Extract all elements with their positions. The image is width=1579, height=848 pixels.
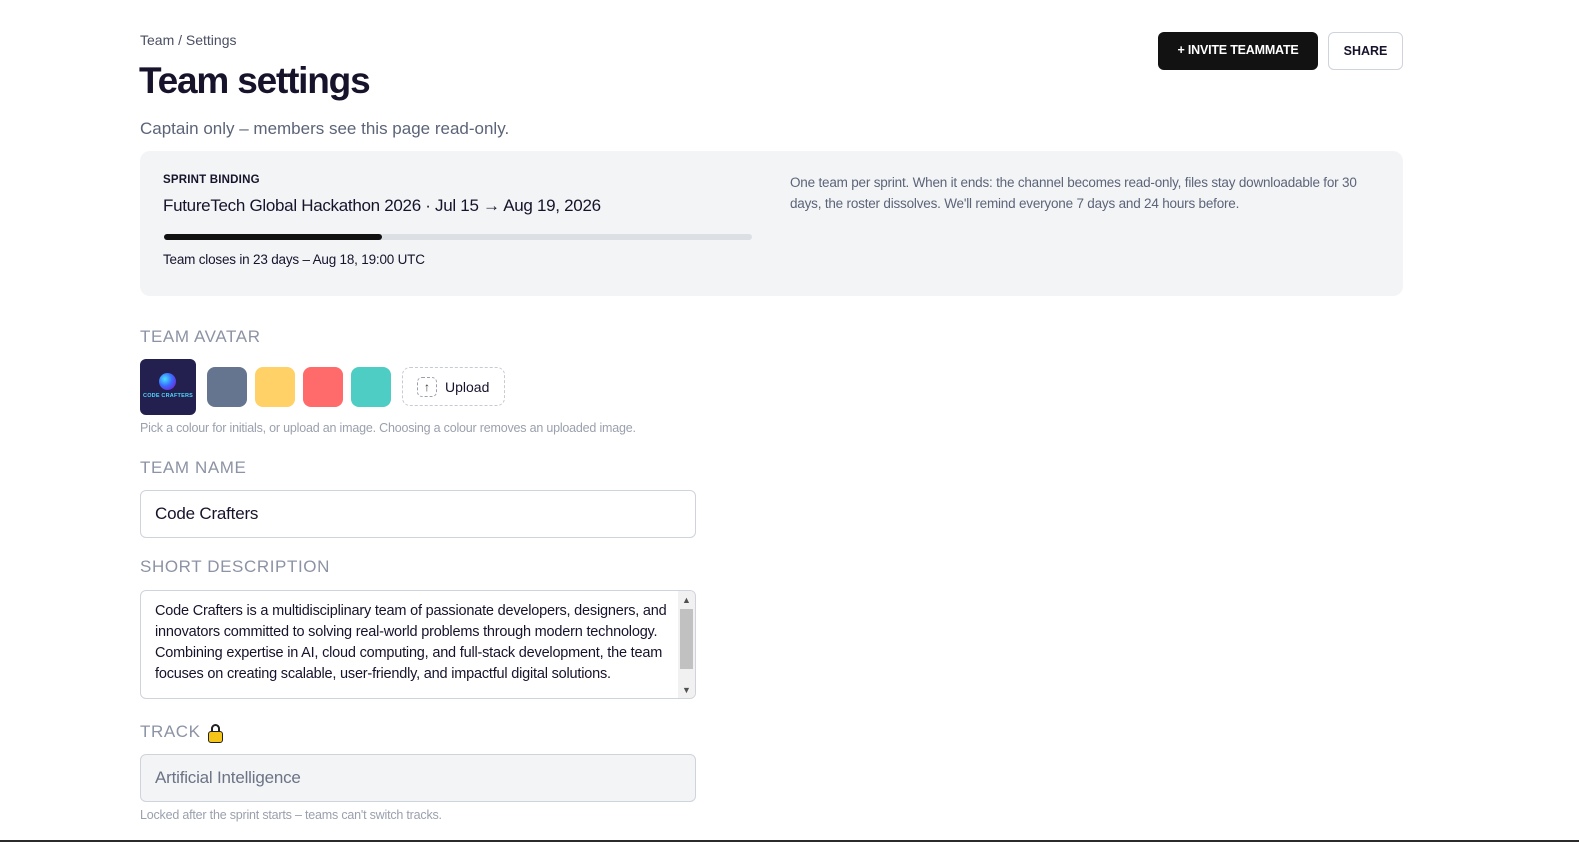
short-description-text: Code Crafters is a multidisciplinary tea… xyxy=(155,603,667,682)
sprint-binding-card: SPRINT BINDING FutureTech Global Hackath… xyxy=(140,151,1403,296)
team-name-input[interactable]: Code Crafters xyxy=(140,490,696,538)
avatar-logo-text: CODE CRAFTERS xyxy=(143,393,193,399)
sprint-close-time: Team closes in 23 days – Aug 18, 19:00 U… xyxy=(163,252,425,267)
sprint-binding-label: SPRINT BINDING xyxy=(163,174,260,186)
sprint-event-name: FutureTech Global Hackathon 2026 · Jul 1… xyxy=(163,196,601,215)
bottom-divider xyxy=(0,840,1579,842)
track-input-locked: Artificial Intelligence xyxy=(140,754,696,802)
sprint-progress-fill xyxy=(164,234,382,240)
sprint-progress-bar xyxy=(164,234,752,240)
sprint-policy-note: One team per sprint. When it ends: the c… xyxy=(790,175,1357,211)
track-hint: Locked after the sprint starts – teams c… xyxy=(140,808,442,822)
avatar-logo-icon xyxy=(159,373,176,390)
avatar-swatch-coral[interactable] xyxy=(303,367,343,407)
upload-label: Upload xyxy=(445,378,490,395)
description-scrollbar[interactable]: ▲ ▼ xyxy=(678,591,695,698)
lock-icon xyxy=(208,724,223,743)
breadcrumb[interactable]: Team / Settings xyxy=(140,32,237,48)
arrow-up-icon: ↑ xyxy=(417,376,437,397)
share-button[interactable]: SHARE xyxy=(1328,32,1403,70)
team-avatar-label: TEAM AVATAR xyxy=(140,327,261,346)
avatar-current[interactable]: CODE CRAFTERS xyxy=(140,359,196,415)
upload-avatar-button[interactable]: ↑ Upload xyxy=(402,367,505,406)
avatar-swatch-teal[interactable] xyxy=(351,367,391,407)
scroll-down-icon[interactable]: ▼ xyxy=(678,681,695,698)
scroll-up-icon[interactable]: ▲ xyxy=(678,591,695,608)
avatar-swatch-slate[interactable] xyxy=(207,367,247,407)
avatar-hint: Pick a colour for initials, or upload an… xyxy=(140,421,636,435)
short-description-label: SHORT DESCRIPTION xyxy=(140,557,330,576)
page-subtitle: Captain only – members see this page rea… xyxy=(140,119,510,138)
scroll-thumb[interactable] xyxy=(680,609,693,669)
team-name-label: TEAM NAME xyxy=(140,458,247,477)
invite-teammate-button[interactable]: + INVITE TEAMMATE xyxy=(1158,32,1318,70)
avatar-swatch-yellow[interactable] xyxy=(255,367,295,407)
team-settings-page: Team / Settings Team settings Captain on… xyxy=(0,0,1579,848)
track-label: TRACK xyxy=(140,722,201,741)
page-title: Team settings xyxy=(139,60,371,101)
short-description-textarea[interactable]: Code Crafters is a multidisciplinary tea… xyxy=(140,590,696,699)
